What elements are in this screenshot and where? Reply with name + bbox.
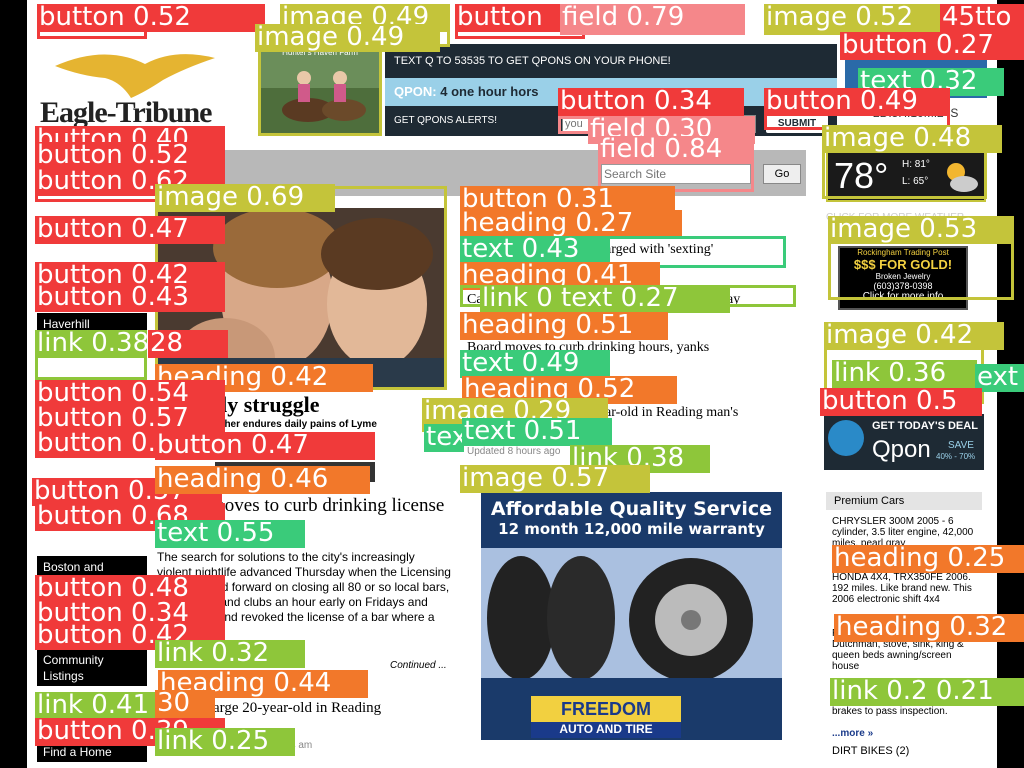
detection-label: text 0.49 [460, 350, 610, 378]
qpon-text-line: TEXT Q TO 53535 TO GET QPONS ON YOUR PHO… [385, 44, 837, 78]
detection-label: text 0.55 [155, 520, 305, 548]
continued-link[interactable]: Continued ... [390, 660, 450, 672]
detection-label: button 0.49 [764, 88, 950, 116]
detection-label: button 0.5 [820, 388, 982, 416]
detection-label: text 0.43 [460, 236, 610, 264]
detection-label: heading 0.51 [460, 312, 668, 340]
detection-label: text [424, 424, 464, 452]
tire-ad-title: Affordable Quality Service [490, 498, 773, 520]
detection-label: field 0.79 [560, 4, 745, 32]
tire-ad-subtitle: 12 month 12,000 mile warranty [498, 520, 765, 538]
detection-label: heading 0.32 [834, 614, 1024, 642]
qpon-deal-ad[interactable]: GET TODAY'S DEAL Qpon SAVE 40% - 70% [824, 414, 984, 470]
tire-icon [481, 548, 782, 678]
qpon-deal-save: SAVE [948, 440, 974, 451]
detection-label: 30 [155, 690, 215, 718]
headlines-updated: Updated 8 hours ago [467, 446, 561, 457]
detection-label: link 0.38 [35, 330, 147, 358]
detection-label: button [455, 4, 560, 32]
detection-label: heading 0.46 [155, 466, 370, 494]
detection-label: ext [975, 364, 1024, 392]
qpon-deal-pct: 40% - 70% [936, 452, 976, 461]
detection-label: button 0.52 [35, 142, 225, 170]
qpon-logo-icon [828, 420, 864, 456]
premium-cars-title: Premium Cars [826, 492, 982, 510]
headline-item[interactable]: ar-old in Reading man's [605, 405, 785, 423]
tire-ad-brand: FREEDOM [531, 696, 681, 722]
more-cars-link[interactable]: ...more » [826, 728, 982, 739]
detection-label: image 0.49 [255, 24, 440, 52]
detection-label: text 0.51 [462, 418, 612, 446]
detection-label: button 0.47 [155, 432, 375, 460]
featured-headline[interactable]: ily struggle [215, 392, 375, 417]
detection-label: 45tto [940, 4, 1024, 32]
detection-label: link 0.25 [155, 728, 295, 756]
detection-label: image 0.57 [460, 465, 650, 493]
detection-label: button 0.43 [35, 284, 225, 312]
detection-label: button 0.54 [35, 380, 225, 408]
detection-label: button 0.47 [35, 216, 225, 244]
detection-label: image 0.48 [822, 125, 1002, 153]
detection-label: image 0.42 [824, 322, 1004, 350]
detection-label: button 0.34 [558, 88, 744, 116]
qpon-deal-title: GET TODAY'S DEAL [872, 420, 978, 432]
dirt-bikes-link[interactable]: DIRT BIKES (2) [826, 739, 982, 763]
detection-label: link 0.2 0.21 [830, 678, 1024, 706]
detection-label: 28 [148, 330, 228, 358]
detection-label: button 0.52 [37, 4, 265, 32]
detection-box [258, 44, 382, 136]
qpon-deal-logo: Qpon [872, 436, 931, 463]
detection-label: heading 0.25 [832, 545, 1024, 573]
qpon-label: QPON: [394, 84, 437, 99]
detection-label: link 0.36 [832, 360, 977, 388]
detection-label: image 0.52 [764, 4, 944, 32]
tire-ad[interactable]: Affordable Quality Service 12 month 12,0… [481, 492, 782, 740]
detection-label: button 0.48 [35, 575, 225, 603]
site-logo-text[interactable]: Eagle-Tribune [40, 96, 250, 130]
story3-time: 4 am [290, 740, 313, 751]
detection-label: field 0.84 [598, 136, 754, 164]
tire-ad-brand-sub: AUTO AND TIRE [531, 722, 681, 738]
detection-label: heading 0.27 [460, 210, 682, 238]
search-go-button[interactable]: Go [763, 164, 801, 184]
detection-label: button 0.27 [840, 32, 1024, 60]
detection-label: button 0.57 [35, 405, 225, 433]
qpon-offer-text: 4 one hour hors [440, 84, 539, 99]
detection-label: image 0.53 [828, 216, 1014, 244]
nav-item-community[interactable]: Community Listings [37, 650, 147, 686]
detection-label: link 0 text 0.27 [480, 285, 730, 313]
story3-headline[interactable]: arge 20-year-old in Reading [213, 700, 443, 720]
detection-label: link 0.32 [155, 640, 305, 668]
detection-label: image 0.69 [155, 184, 335, 212]
